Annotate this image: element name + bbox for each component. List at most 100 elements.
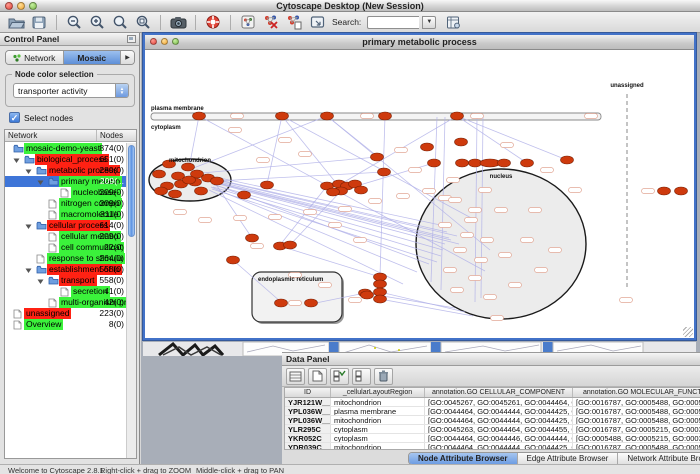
tree-column-network[interactable]: Network <box>5 130 97 141</box>
table-row[interactable]: YJR121W__1mitochondrion[GO:0045267, GO:0… <box>285 398 700 407</box>
network-node[interactable] <box>561 156 574 164</box>
network-node[interactable] <box>169 190 182 198</box>
frame-minimize-button[interactable] <box>161 38 168 45</box>
tree-item[interactable]: macromolecule311(0) <box>5 209 126 220</box>
tree-item[interactable]: response to stimulu264(0) <box>5 253 126 264</box>
network-node[interactable] <box>182 163 195 171</box>
help-icon[interactable] <box>203 13 223 31</box>
network-node[interactable] <box>378 168 391 176</box>
table-row[interactable]: YKR052Ccytoplasm[GO:0044464, GO:0044446,… <box>285 434 700 443</box>
tree-item[interactable]: mosaic-demo-yeast874(0) <box>5 143 126 154</box>
zoom-out-icon[interactable] <box>64 13 84 31</box>
tree-item[interactable]: transport558(0) <box>5 275 126 286</box>
network-node[interactable] <box>327 188 340 196</box>
network-node[interactable] <box>428 159 441 167</box>
tree-item[interactable]: multi-organism pro42(0) <box>5 297 126 308</box>
tree-item[interactable]: biological_process651(0) <box>5 154 126 165</box>
network-node[interactable] <box>305 299 318 307</box>
network-node[interactable] <box>421 143 434 151</box>
tree-item[interactable]: metabolic process280(0) <box>5 165 126 176</box>
tab-network[interactable]: Network <box>6 51 64 64</box>
network-node[interactable] <box>183 176 196 184</box>
tab-edge-attribute-browser[interactable]: Edge Attribute Browser <box>518 453 619 464</box>
search-dropdown-button[interactable]: ▼ <box>422 16 436 29</box>
destroy-view-icon[interactable] <box>261 13 281 31</box>
network-node[interactable] <box>355 186 368 194</box>
tree-item[interactable]: primary metabo209(... <box>5 176 126 187</box>
tree-column-nodes[interactable]: Nodes <box>97 130 136 141</box>
delete-attribute-icon[interactable] <box>374 368 393 385</box>
table-row[interactable]: YPL036W__1mitochondrion[GO:0044464, GO:0… <box>285 416 700 425</box>
network-node[interactable] <box>374 280 387 288</box>
network-node[interactable] <box>211 177 224 185</box>
column-header[interactable]: ID <box>285 388 331 397</box>
annotation-icon[interactable] <box>307 13 327 31</box>
new-attribute-icon[interactable] <box>308 368 327 385</box>
tab-mosaic[interactable]: Mosaic <box>64 51 122 64</box>
frame-zoom-button[interactable] <box>172 38 179 45</box>
select-attributes-icon[interactable] <box>286 368 305 385</box>
unselect-all-attributes-icon[interactable] <box>352 368 371 385</box>
tree-item[interactable]: nucleobase-209(0) <box>5 187 126 198</box>
compartment-plasma-membrane[interactable] <box>151 113 601 120</box>
frame-resize-grip[interactable] <box>683 327 693 337</box>
tree-item[interactable]: nitrogen compo209(0) <box>5 198 126 209</box>
table-row[interactable]: YLR295Ccytoplasm[GO:0045263, GO:0044464,… <box>285 425 700 434</box>
network-node[interactable] <box>276 112 289 120</box>
network-node[interactable] <box>155 187 168 195</box>
zoom-selected-icon[interactable] <box>110 13 130 31</box>
minimize-button[interactable] <box>17 2 25 10</box>
select-all-attributes-icon[interactable] <box>330 368 349 385</box>
network-node[interactable] <box>284 241 297 249</box>
network-node[interactable] <box>246 234 259 242</box>
network-node[interactable] <box>480 159 500 167</box>
network-node[interactable] <box>275 299 288 307</box>
network-node[interactable] <box>195 187 208 195</box>
network-node[interactable] <box>675 187 688 195</box>
network-node[interactable] <box>374 295 387 303</box>
search-input[interactable] <box>367 16 419 29</box>
network-node[interactable] <box>321 112 334 120</box>
open-icon[interactable] <box>6 13 26 31</box>
overview-icon[interactable] <box>238 13 258 31</box>
network-frame-titlebar[interactable]: primary metabolic process <box>145 35 694 50</box>
zoom-fit-icon[interactable] <box>133 13 153 31</box>
column-header[interactable]: _cellularLayoutRegion <box>331 388 425 397</box>
column-header[interactable]: annotation.GO MOLECULAR_FUNCTION <box>573 388 700 397</box>
select-nodes-checkbox[interactable]: ✓ <box>9 112 20 123</box>
network-node[interactable] <box>193 112 206 120</box>
zoom-window-button[interactable] <box>29 2 37 10</box>
frame-close-button[interactable] <box>150 38 157 45</box>
network-node[interactable] <box>469 159 482 167</box>
close-button[interactable] <box>5 2 13 10</box>
tab-node-attribute-browser[interactable]: Node Attribute Browser <box>409 453 518 464</box>
snapshot-icon[interactable] <box>168 13 188 31</box>
network-node[interactable] <box>227 256 240 264</box>
compartment-nucleus[interactable] <box>416 169 586 319</box>
network-node[interactable] <box>498 159 511 167</box>
import-table-icon[interactable] <box>443 13 463 31</box>
network-node[interactable] <box>451 112 464 120</box>
tree-item[interactable]: cellular metabo209(0) <box>5 231 126 242</box>
tab-network-attribute-browser[interactable]: Network Attribute Browser <box>618 453 700 464</box>
table-row[interactable]: YPL036W__2plasma membrane[GO:0044464, GO… <box>285 407 700 416</box>
zoom-in-icon[interactable] <box>87 13 107 31</box>
float-panel-icon[interactable] <box>127 35 136 43</box>
tree-scrollbar-thumb[interactable] <box>128 145 135 237</box>
network-node[interactable] <box>153 170 166 178</box>
tree-item[interactable]: unassigned223(0) <box>5 308 126 319</box>
network-node[interactable] <box>371 153 384 161</box>
tree-item[interactable]: establishment of lo558(0) <box>5 264 126 275</box>
node-color-dropdown[interactable]: transporter activity ▲▼ <box>13 83 129 98</box>
tree-item[interactable]: cellular process614(0) <box>5 220 126 231</box>
tree-item[interactable]: Overview8(0) <box>5 319 126 330</box>
network-node[interactable] <box>521 159 534 167</box>
table-row[interactable]: YDR039C__1mitochondrion[GO:0044464, GO:0… <box>285 443 700 450</box>
network-node[interactable] <box>658 187 671 195</box>
network-node[interactable] <box>456 159 469 167</box>
tree-item[interactable]: cell communicat22(0) <box>5 242 126 253</box>
tree-scrollbar[interactable] <box>126 143 136 458</box>
create-view-icon[interactable] <box>284 13 304 31</box>
save-icon[interactable] <box>29 13 49 31</box>
network-node[interactable] <box>361 291 374 299</box>
